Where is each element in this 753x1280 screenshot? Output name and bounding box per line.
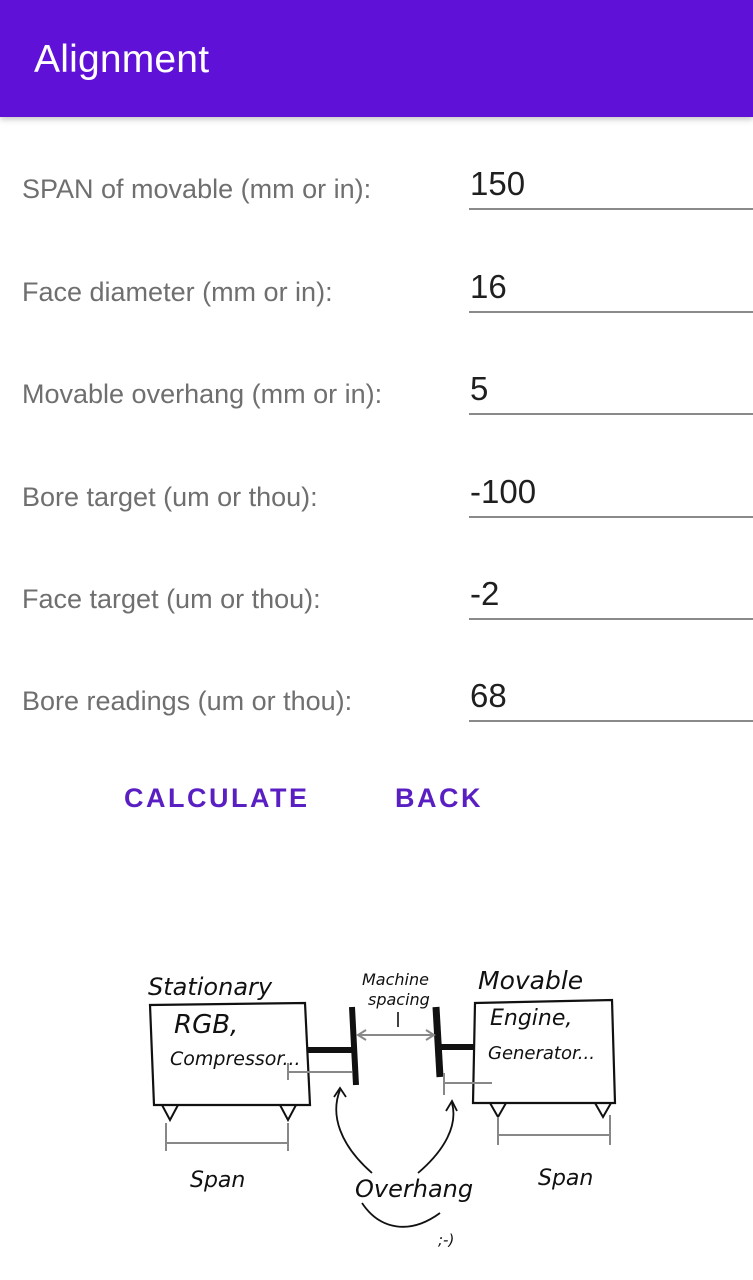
form-row-bore-target: Bore target (um or thou): (0, 468, 753, 528)
span-label: SPAN of movable (mm or in): (22, 174, 372, 204)
bore-target-input[interactable] (469, 468, 753, 518)
overhang-input[interactable] (469, 365, 753, 415)
bore-readings-input[interactable] (469, 672, 753, 722)
alignment-diagram: Stationary RGB, Compressor... Machine sp… (148, 966, 617, 1249)
app-title: Alignment (34, 38, 210, 81)
stationary-coupling-face (349, 1006, 359, 1086)
face-target-input[interactable] (469, 570, 753, 620)
form-row-overhang: Movable overhang (mm or in): (0, 365, 753, 425)
movable-foot-left (489, 1102, 507, 1120)
face-diameter-label: Face diameter (mm or in): (22, 277, 333, 307)
movable-foot-right (594, 1102, 612, 1120)
stationary-foot-left (161, 1104, 179, 1123)
stationary-line2: Compressor... (170, 1048, 301, 1070)
smiley-label: ;-) (438, 1231, 454, 1249)
machine-spacing-line1: Machine (362, 970, 429, 989)
span-input[interactable] (469, 160, 753, 210)
movable-coupling-face (432, 1006, 444, 1078)
overhang-label: Overhang (355, 1175, 473, 1203)
overhang-arrow-left (335, 1089, 373, 1174)
app-bar: Alignment (0, 0, 753, 117)
bore-readings-label: Bore readings (um or thou): (22, 686, 353, 716)
stationary-label: Stationary (148, 973, 273, 1001)
machine-spacing-line2: spacing (368, 990, 430, 1009)
back-button[interactable]: BACK (395, 778, 483, 818)
form-row-span: SPAN of movable (mm or in): (0, 160, 753, 220)
movable-line2: Generator... (488, 1043, 595, 1064)
span-left-label: Span (190, 1168, 245, 1193)
calculate-button[interactable]: CALCULATE (124, 778, 309, 818)
form-row-face-diameter: Face diameter (mm or in): (0, 263, 753, 323)
span-right-label: Span (538, 1166, 593, 1191)
bore-target-label: Bore target (um or thou): (22, 482, 318, 512)
stationary-foot-right (279, 1104, 297, 1123)
face-target-label: Face target (um or thou): (22, 584, 321, 614)
movable-line1: Engine, (490, 1006, 572, 1031)
movable-label: Movable (478, 966, 583, 995)
form-row-face-target: Face target (um or thou): (0, 570, 753, 630)
overhang-loop-arrow (361, 1202, 441, 1228)
overhang-arrow-right (417, 1102, 455, 1174)
overhang-arrowhead-right (445, 1099, 458, 1112)
overhang-label: Movable overhang (mm or in): (22, 379, 383, 409)
stationary-line1: RGB, (174, 1010, 238, 1040)
form-row-bore-readings: Bore readings (um or thou): (0, 672, 753, 732)
face-diameter-input[interactable] (469, 263, 753, 313)
